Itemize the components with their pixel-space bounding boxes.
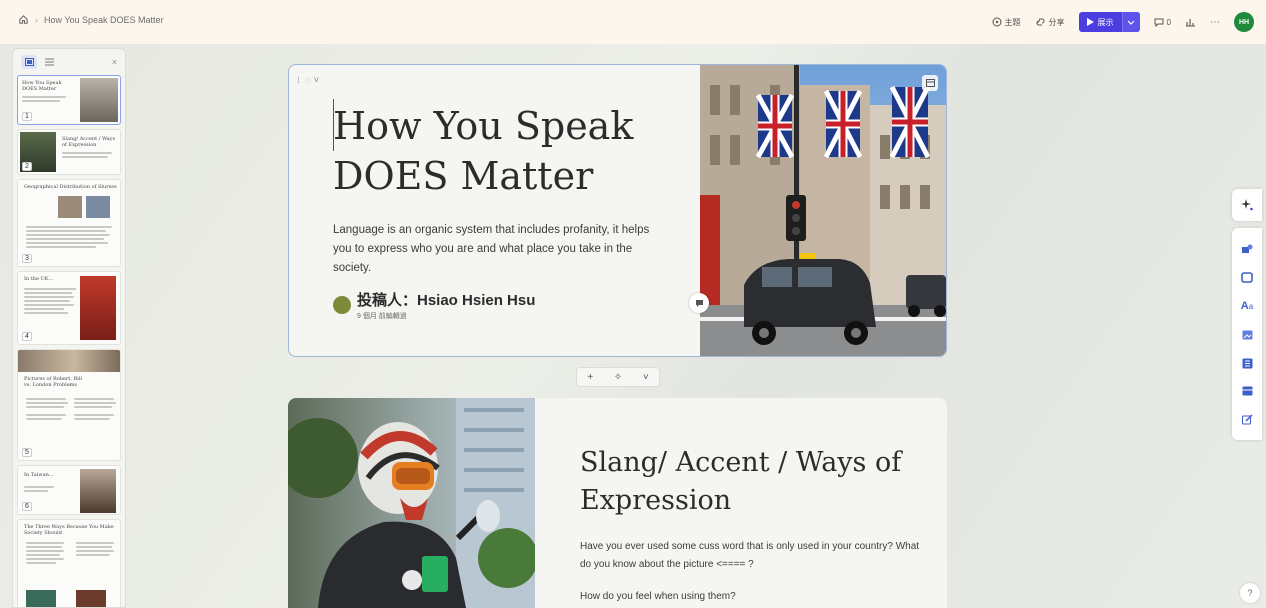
analytics-icon[interactable]	[1185, 17, 1196, 27]
image-options-button[interactable]	[922, 75, 938, 91]
slide-number: 3	[22, 254, 32, 263]
thumbnail-image	[26, 590, 56, 607]
thumbnail-title: The Three Ways Because You Make Society …	[24, 524, 114, 536]
author-edited-time: 9 個月 前編輯過	[357, 313, 407, 320]
breadcrumb-title[interactable]: How You Speak DOES Matter	[44, 15, 164, 25]
slide-thumbnail[interactable]: How You Speak DOES Matter 1	[17, 75, 121, 125]
avatar[interactable]: HH	[1234, 12, 1254, 32]
thumbnail-image	[18, 350, 120, 372]
card-title[interactable]: Slang/ Accent / Ways of Expression	[580, 444, 940, 520]
london-street-photo[interactable]	[700, 65, 946, 356]
embed-icon[interactable]	[1242, 358, 1253, 369]
card-paragraph[interactable]: How do you feel when using them?	[580, 591, 920, 602]
add-card-button[interactable]: +	[587, 372, 593, 383]
table-icon[interactable]	[1242, 386, 1253, 396]
thumbnail-image	[80, 78, 118, 122]
slide-thumbnail[interactable]: In the UK... 4	[17, 271, 121, 345]
breadcrumb: › How You Speak DOES Matter	[18, 14, 164, 25]
slide-number: 6	[22, 502, 32, 511]
link-icon	[1035, 17, 1046, 27]
ai-assistant-button[interactable]	[1232, 189, 1262, 221]
edit-icon[interactable]	[1241, 414, 1253, 425]
thumbnail-image	[58, 196, 82, 218]
thumbnail-view-toggle[interactable]	[21, 55, 37, 69]
slide-thumbnail[interactable]: In Taiwan... 6	[17, 465, 121, 515]
slide-number: 4	[22, 332, 32, 341]
play-icon	[1086, 18, 1094, 26]
thumbnail-image	[80, 276, 116, 340]
help-button[interactable]: ?	[1240, 583, 1260, 603]
present-button[interactable]: 展示	[1078, 12, 1140, 32]
card-paragraph[interactable]: Have you ever used some cuss word that i…	[580, 538, 920, 574]
palette-icon	[992, 17, 1002, 27]
thumbnail-title: Pictures of Robert, Bill vs. London Prob…	[24, 376, 82, 388]
comment-bubble-button[interactable]	[689, 293, 709, 313]
thumbnail-title: In the UK...	[24, 276, 54, 282]
sparkle-icon	[1240, 198, 1254, 212]
close-icon[interactable]: ×	[112, 57, 117, 67]
comment-icon	[695, 299, 704, 308]
insert-toolbar: Aa	[1232, 228, 1262, 440]
title-card[interactable]: ⁝ ◌ ˅ How You Speak DOES Matter Language…	[288, 64, 947, 357]
card-info-icon[interactable]: ⁝	[297, 75, 300, 86]
thumbnail-title: Slang/ Accent / Ways of Expression	[62, 136, 116, 148]
card-style-icon[interactable]: ◌ ˅	[306, 75, 319, 86]
image-icon	[925, 79, 935, 87]
thumbnail-title: How You Speak DOES Matter	[22, 80, 62, 92]
grid-icon	[24, 58, 34, 66]
share-button[interactable]: 分享	[1035, 17, 1065, 28]
motorcyclist-photo[interactable]	[288, 398, 535, 608]
chevron-down-icon	[1127, 20, 1135, 25]
comments-button[interactable]: 0	[1154, 17, 1171, 27]
card-title[interactable]: How You Speak DOES Matter	[333, 101, 663, 201]
slide-number: 2	[22, 162, 32, 171]
more-options-icon[interactable]: ⋯	[1210, 17, 1220, 28]
slide-thumbnail[interactable]: Pictures of Robert, Bill vs. London Prob…	[17, 349, 121, 461]
top-bar: › How You Speak DOES Matter 主題 分享 展示 0 ⋯…	[0, 0, 1266, 44]
card-description[interactable]: Language is an organic system that inclu…	[333, 221, 663, 278]
author-block: 投稿人：Hsiao Hsien Hsu 9 個月 前編輯過	[333, 289, 535, 321]
text-icon[interactable]: Aa	[1241, 300, 1253, 312]
list-icon	[44, 58, 54, 66]
slide-thumbnail[interactable]: Geographical Distribution of Slurses 3	[17, 179, 121, 267]
content-card[interactable]: Slang/ Accent / Ways of Expression Have …	[288, 398, 947, 608]
present-label: 展示	[1097, 17, 1114, 27]
present-options-button[interactable]	[1121, 12, 1140, 32]
thumbnail-image	[76, 590, 106, 607]
card-layout-icon[interactable]	[1241, 271, 1253, 283]
thumbnail-panel: × How You Speak DOES Matter 1 Slang/ Acc…	[12, 48, 126, 608]
comments-count: 0	[1166, 17, 1171, 27]
home-icon[interactable]	[18, 14, 29, 25]
chevron-right-icon: ›	[35, 14, 38, 25]
slide-thumbnail[interactable]: Slang/ Accent / Ways of Expression 2	[17, 129, 121, 175]
slide-thumbnail[interactable]: The Three Ways Because You Make Society …	[17, 519, 121, 607]
author-avatar	[333, 296, 351, 314]
theme-label: 主題	[1004, 17, 1021, 27]
thumbnail-title: Geographical Distribution of Slurses	[24, 184, 117, 190]
image-icon[interactable]	[1242, 330, 1253, 340]
list-view-toggle[interactable]	[41, 55, 57, 69]
slide-number: 5	[22, 448, 32, 457]
thumbnail-title: In Taiwan...	[24, 472, 54, 478]
thumbnail-image	[80, 469, 116, 513]
author-name: 投稿人：Hsiao Hsien Hsu	[357, 292, 536, 309]
comment-icon	[1154, 17, 1164, 27]
slide-number: 1	[22, 112, 32, 121]
thumbnail-image	[86, 196, 110, 218]
shapes-icon[interactable]	[1241, 243, 1253, 254]
share-label: 分享	[1048, 17, 1065, 27]
add-card-bar: + ✧ ˅	[576, 367, 660, 387]
ai-add-button[interactable]: ✧	[614, 372, 622, 383]
theme-button[interactable]: 主題	[992, 17, 1021, 28]
chevron-down-icon[interactable]: ˅	[643, 372, 649, 383]
